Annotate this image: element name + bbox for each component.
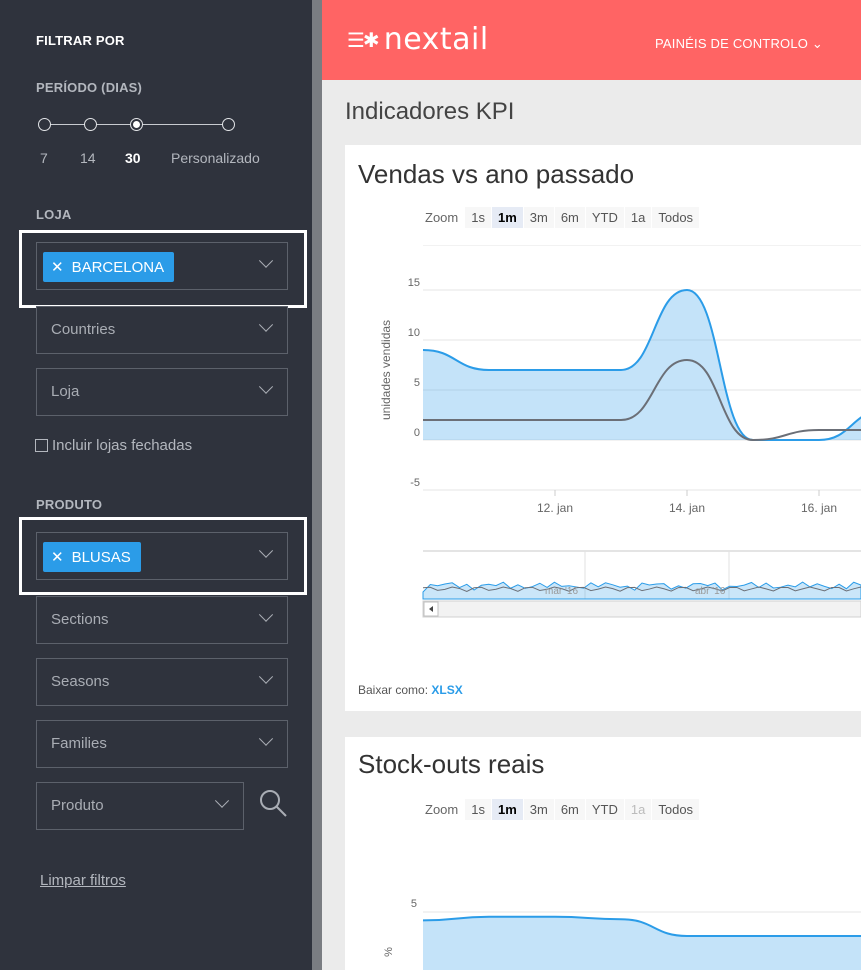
zoom-6m-button[interactable]: 6m [554,799,585,820]
product-tag[interactable]: ✕ BLUSAS [43,542,141,572]
chevron-down-icon[interactable] [258,379,274,394]
x-tick-label: 14. jan [669,501,705,515]
chevron-down-icon[interactable] [258,543,274,558]
zoom-1s-button[interactable]: 1s [465,207,491,228]
zoom-1a-button: 1a [624,799,652,820]
product-placeholder: Produto [51,797,104,814]
include-closed-checkbox[interactable] [35,439,48,452]
current-sales-area [423,290,861,440]
period-label-7[interactable]: 7 [40,150,48,166]
families-placeholder: Families [51,735,107,752]
y-axis-label: % [383,947,395,957]
period-option-14[interactable] [84,118,97,131]
include-closed-row[interactable]: Incluir lojas fechadas [35,437,192,454]
zoom-label: Zoom [425,210,459,225]
zoom-ytd-button[interactable]: YTD [585,799,624,820]
period-label-14[interactable]: 14 [80,150,96,166]
store-multiselect[interactable]: ✕ BARCELONA [36,242,288,290]
chevron-down-icon[interactable] [258,607,274,622]
chart1-title: Vendas vs ano passado [358,159,635,189]
range-navigator[interactable]: mar '16 abr '16 [422,550,861,618]
top-bar: ☰✱ nextail PAINÉIS DE CONTROLO ⌄ [322,0,861,80]
chevron-down-icon[interactable] [258,253,274,268]
product-multiselect[interactable]: ✕ BLUSAS [36,532,288,580]
period-option-30[interactable] [130,118,143,131]
store-placeholder: Loja [51,383,80,400]
dashboards-menu-label[interactable]: PAINÉIS DE CONTROLO [655,36,808,51]
zoom-all-button[interactable]: Todos [652,207,700,228]
product-tag-label: BLUSAS [71,549,131,566]
chevron-down-icon[interactable] [258,669,274,684]
chevron-down-icon[interactable]: ⌄ [812,36,823,51]
x-tick-label: 16. jan [801,501,837,515]
period-label-30[interactable]: 30 [125,150,141,166]
logo-mark-icon: ☰✱ [347,27,380,52]
y-axis-label: unidades vendidas [379,320,393,420]
store-tag[interactable]: ✕ BARCELONA [43,252,175,282]
navigator-label-mar: mar '16 [545,586,578,597]
zoom-6m-button[interactable]: 6m [554,207,585,228]
filter-sidebar: FILTRAR POR PERÍODO (DIAS) 7 14 30 Perso… [0,0,312,970]
countries-select[interactable]: Countries [36,306,288,354]
stockouts-card: Stock-outs reais Zoom 1s 1m 3m 6m YTD 1a… [345,737,861,970]
families-select[interactable]: Families [36,720,288,768]
zoom-3m-button[interactable]: 3m [523,207,554,228]
navigator-label-abr: abr '16 [695,586,726,597]
zoom-1s-button[interactable]: 1s [465,799,491,820]
chevron-down-icon[interactable] [258,317,274,332]
zoom-1a-button[interactable]: 1a [624,207,652,228]
close-icon[interactable]: ✕ [51,259,64,276]
seasons-placeholder: Seasons [51,673,110,690]
search-icon[interactable] [258,788,288,818]
clear-filters-link[interactable]: Limpar filtros [40,872,126,889]
navigator-scrollbar[interactable] [422,600,861,618]
seasons-select[interactable]: Seasons [36,658,288,706]
period-label: PERÍODO (DIAS) [36,80,143,95]
period-option-custom[interactable] [222,118,235,131]
x-tick-label: 12. jan [537,501,573,515]
period-label-custom[interactable]: Personalizado [171,150,260,166]
countries-placeholder: Countries [51,321,116,338]
y-tick-label: 5 [414,377,420,389]
zoom-1m-button[interactable]: 1m [491,799,523,820]
zoom-1m-button[interactable]: 1m [491,207,523,228]
chevron-down-icon[interactable] [258,731,274,746]
sidebar-title: FILTRAR POR [36,33,125,48]
logo-text: nextail [383,22,489,57]
chevron-down-icon[interactable] [214,793,230,808]
store-section-label: LOJA [36,207,72,222]
close-icon[interactable]: ✕ [51,549,64,566]
stockout-area [423,916,861,970]
chart2-zoom-selector: Zoom 1s 1m 3m 6m YTD 1a Todos [425,799,700,820]
download-label: Baixar como: [358,683,429,697]
period-option-7[interactable] [38,118,51,131]
y-tick-label: 0 [414,427,420,439]
y-tick-label: 15 [408,277,420,289]
download-xlsx-link[interactable]: XLSX [431,683,462,697]
sections-placeholder: Sections [51,611,109,628]
product-section-label: PRODUTO [36,497,103,512]
dashboards-menu[interactable]: PAINÉIS DE CONTROLO ⌄ [655,36,823,52]
nextail-logo[interactable]: ☰✱ nextail [347,22,489,57]
store-tag-label: BARCELONA [71,259,165,276]
sections-select[interactable]: Sections [36,596,288,644]
y-tick-label: -5 [410,477,420,489]
zoom-3m-button[interactable]: 3m [523,799,554,820]
page-title: Indicadores KPI [345,98,515,125]
zoom-all-button[interactable]: Todos [652,799,700,820]
download-row: Baixar como: XLSX [358,683,463,697]
store-select[interactable]: Loja [36,368,288,416]
sales-vs-last-year-card: Vendas vs ano passado Zoom 1s 1m 3m 6m Y… [345,145,861,711]
zoom-ytd-button[interactable]: YTD [585,207,624,228]
chart2-title: Stock-outs reais [358,749,545,779]
sidebar-resize-handle[interactable] [312,0,322,970]
stockouts-chart[interactable]: 5 % [345,832,861,970]
y-tick-label: 10 [408,327,420,339]
sales-chart[interactable]: unidades vendidas -5 0 5 10 15 12. jan 14. ja… [345,245,861,705]
include-closed-label[interactable]: Incluir lojas fechadas [52,437,192,454]
y-tick-label: 5 [411,898,417,910]
chart1-zoom-selector: Zoom 1s 1m 3m 6m YTD 1a Todos [425,207,700,228]
product-select[interactable]: Produto [36,782,244,830]
zoom-label: Zoom [425,802,459,817]
